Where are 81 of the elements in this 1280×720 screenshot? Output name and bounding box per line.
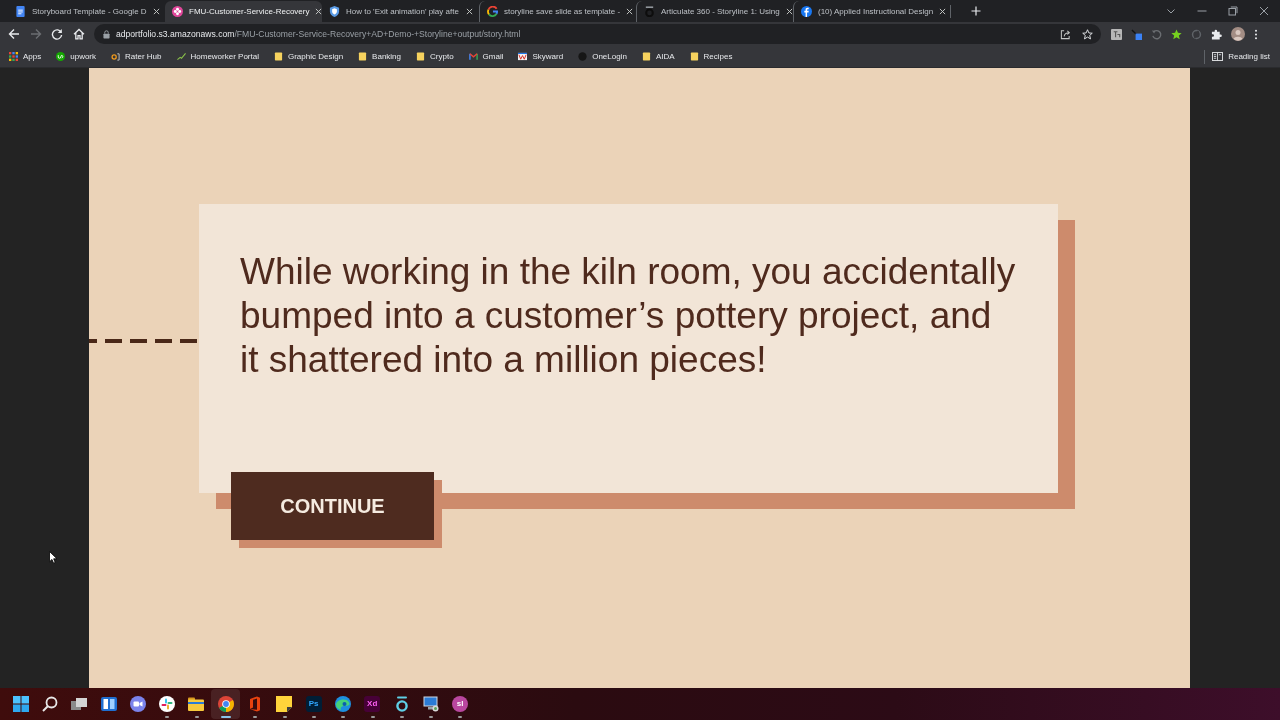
reading-list-icon xyxy=(1212,52,1224,61)
sticky-note-icon xyxy=(276,696,293,712)
close-icon[interactable] xyxy=(315,8,323,15)
bookmark[interactable]: Rater Hub xyxy=(111,52,162,61)
puzzle-piece-icon[interactable] xyxy=(1211,28,1222,40)
avatar-icon[interactable] xyxy=(1231,27,1245,41)
folder-icon xyxy=(358,52,368,61)
app-logo: sl xyxy=(452,696,469,712)
chevron-down-icon[interactable] xyxy=(1166,6,1176,16)
app-logo: Xd xyxy=(364,696,381,712)
bookmark[interactable]: Skyward xyxy=(518,52,564,61)
mouse-pointer-icon xyxy=(49,551,58,564)
slide-message: While working in the kiln room, you accidentally bumped into a customer’s pottery project, and it shattered into a million pieces! xyxy=(240,250,1017,382)
folder-icon xyxy=(273,52,283,61)
document-icon xyxy=(15,6,26,17)
app-logo: Ps xyxy=(305,696,322,712)
round-logo-icon xyxy=(801,6,812,17)
ring-with-bar-icon xyxy=(644,6,655,17)
plus-icon[interactable] xyxy=(971,6,981,16)
monitor-icon xyxy=(422,696,439,712)
flower-icon xyxy=(172,6,183,17)
share-icon[interactable] xyxy=(1060,28,1071,40)
round-logo-icon xyxy=(217,696,234,712)
bookmark[interactable]: OneLogin xyxy=(578,52,627,61)
close-icon[interactable] xyxy=(626,8,634,15)
search-icon xyxy=(41,696,58,712)
pen-square-icon[interactable] xyxy=(1131,28,1142,40)
close-icon[interactable] xyxy=(1259,6,1269,16)
bracket-logo-icon xyxy=(111,52,121,61)
task-view-icon xyxy=(71,696,88,712)
taskbar-app-button[interactable]: sl xyxy=(445,689,475,719)
bookmark[interactable]: Banking xyxy=(358,52,402,61)
folder-icon xyxy=(689,52,699,61)
round-logo-icon xyxy=(56,52,66,61)
bookmark[interactable]: Gmail xyxy=(468,52,504,61)
dot-icon xyxy=(578,52,588,61)
bookmark[interactable]: upwork xyxy=(56,52,97,61)
striped-tile-icon xyxy=(518,52,528,61)
taskbar-app-button[interactable] xyxy=(211,689,241,719)
browser-tab[interactable]: Storyboard Template - Google D xyxy=(8,1,165,22)
bookmark[interactable]: Graphic Design xyxy=(273,52,344,61)
zigzag-line-icon xyxy=(176,52,186,61)
taskbar-app-button[interactable]: Xd xyxy=(357,689,387,719)
lock-icon xyxy=(103,29,110,39)
bookmark[interactable]: Apps xyxy=(9,52,42,61)
ring-logo-icon xyxy=(487,6,498,17)
bookmark[interactable]: Homeworker Portal xyxy=(176,52,259,61)
extension-tile-icon[interactable] xyxy=(1111,28,1122,40)
close-icon[interactable] xyxy=(785,8,793,15)
widgets-icon xyxy=(100,696,117,712)
door-shape-icon xyxy=(247,696,263,712)
bookmark[interactable]: AIDA xyxy=(641,52,675,61)
url-text: adportfolio.s3.amazonaws.com/FMU-Customer-Service-Recovery+AD+Demo-+Storyline+output/story.html xyxy=(116,29,522,39)
ring-with-bar-icon xyxy=(393,696,410,712)
browser-tab[interactable]: How to 'Exit animation' play afte xyxy=(322,1,479,22)
envelope-icon xyxy=(468,52,478,61)
folder-icon xyxy=(641,52,651,61)
home-icon[interactable] xyxy=(72,28,85,40)
video-chat-icon xyxy=(129,696,146,712)
shield-icon xyxy=(329,6,340,17)
back-arrow-icon[interactable] xyxy=(8,28,20,40)
four-squares-icon xyxy=(12,696,29,712)
folder-icon xyxy=(188,696,205,712)
folder-icon xyxy=(416,52,426,61)
close-icon[interactable] xyxy=(152,8,160,15)
pinwheel-icon xyxy=(159,696,176,712)
address-bar[interactable]: adportfolio.s3.amazonaws.com/FMU-Customer-Service-Recovery+AD+Demo-+Storyline+output/story.html xyxy=(94,24,1101,44)
swirl-icon xyxy=(334,696,351,712)
bookmark-star-icon[interactable] xyxy=(1082,28,1093,40)
star-icon[interactable] xyxy=(1171,28,1182,40)
bookmark[interactable]: Recipes xyxy=(689,52,733,61)
more-menu-icon[interactable] xyxy=(1254,28,1258,40)
taskbar-app-button[interactable]: Ps xyxy=(298,689,329,719)
restore-icon[interactable] xyxy=(1228,6,1238,16)
close-icon[interactable] xyxy=(466,8,473,15)
bookmark[interactable]: Crypto xyxy=(416,52,454,61)
reload-icon[interactable] xyxy=(51,28,63,40)
browser-tab[interactable]: FMU-Customer-Service-Recovery xyxy=(165,1,322,22)
grid-icon xyxy=(9,52,18,61)
reading-list-button[interactable]: Reading list xyxy=(1212,52,1270,61)
close-icon[interactable] xyxy=(939,8,947,15)
